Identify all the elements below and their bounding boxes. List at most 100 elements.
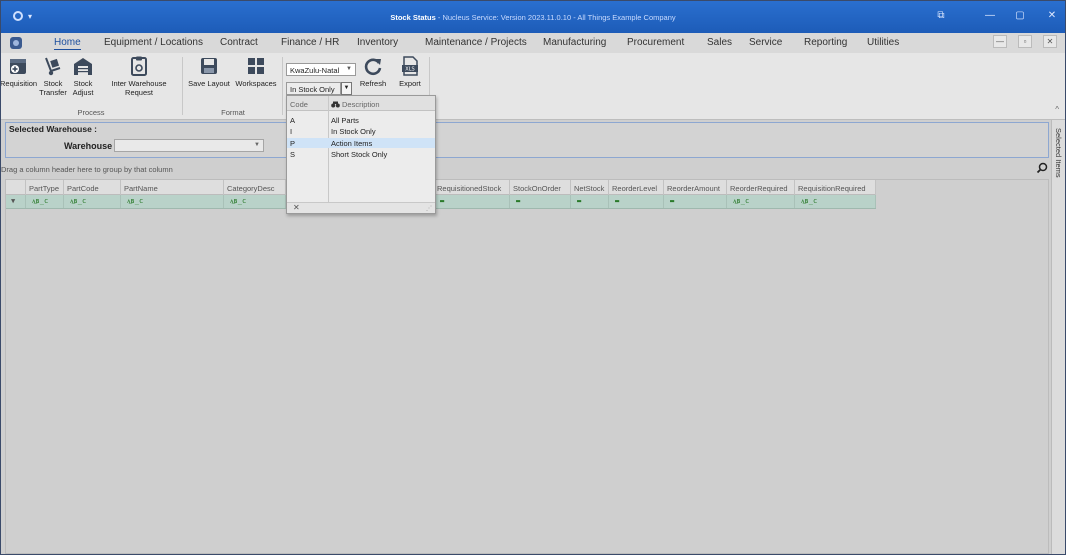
column-header-parttype[interactable]: PartType [26,180,64,195]
filter-cell-stockonorder[interactable]: ▬ [510,195,571,208]
minimize-button[interactable]: — [983,10,997,22]
stock-adjust-label: Stock Adjust [72,79,94,97]
warehouse-icon [74,58,92,75]
column-header-requisitionrequired[interactable]: RequisitionRequired [795,180,876,195]
filter-cell-reorderamount[interactable]: ▬ [664,195,727,208]
window-title-details: - Nucleus Service: Version 2023.11.0.10 … [435,13,676,22]
option-code: S [290,150,296,159]
tab-service[interactable]: Service [749,37,782,48]
chevron-down-icon: ▼ [346,66,352,72]
filter-cell-partname[interactable]: ᴀ̲ʙ̲c [121,195,224,208]
dropdown-option[interactable]: S Short Stock Only [287,149,435,159]
stock-filter-dropdown-button[interactable]: ▼ [341,82,352,95]
clipboard-icon [131,56,147,76]
column-header-netstock[interactable]: NetStock [571,180,609,195]
stock-filter-value: In Stock Only [290,85,335,94]
selected-warehouse-panel: Selected Warehouse : Warehouse ▼ [5,122,1049,158]
save-layout-button[interactable]: Save Layout [186,53,232,89]
column-header-categorydesc[interactable]: CategoryDesc [224,180,286,195]
ribbon-separator [182,57,183,115]
option-code: I [290,127,293,136]
requisition-button[interactable]: Requisition [0,53,38,89]
mdi-restore-button[interactable]: ▫ [1018,35,1032,48]
export-button[interactable]: XLS Export [395,53,425,89]
column-header-reorderlevel[interactable]: ReorderLevel [609,180,664,195]
refresh-icon [364,58,382,76]
warehouse-label: Warehouse [64,141,113,151]
column-header-reorderamount[interactable]: ReorderAmount [664,180,727,195]
app-window: ▾ Stock Status - Nucleus Service: Versio… [0,0,1066,555]
dropdown-footer: ✕ ⋰ [287,202,435,213]
group-panel-hint[interactable]: Drag a column header here to group by th… [1,165,173,174]
tab-procurement[interactable]: Procurement [627,37,684,48]
tab-reporting[interactable]: Reporting [804,37,847,48]
stock-filter-select[interactable]: In Stock Only ▼ [286,82,352,95]
mdi-close-button[interactable]: ✕ [1043,35,1057,48]
export-label: Export [399,79,421,88]
tab-contract[interactable]: Contract [220,37,258,48]
title-bar: ▾ Stock Status - Nucleus Service: Versio… [1,1,1065,33]
workspaces-button[interactable]: Workspaces [232,53,280,89]
tab-finance-hr[interactable]: Finance / HR [281,37,339,48]
filter-cell-requisitionedstock[interactable]: ▬ [434,195,510,208]
refresh-label: Refresh [359,79,387,88]
column-header-partname[interactable]: PartName [121,180,224,195]
tab-manufacturing[interactable]: Manufacturing [543,37,606,48]
restore-layout-icon[interactable]: ⧉ [934,10,948,22]
option-description: All Parts [331,116,359,125]
option-description: Short Stock Only [331,150,388,159]
region-select-value: KwaZulu-Natal [290,66,340,75]
filter-cell-reorderlevel[interactable]: ▬ [609,195,664,208]
svg-text:XLS: XLS [405,67,414,73]
mdi-minimize-button[interactable]: — [993,35,1007,48]
column-header-requisitionedstock[interactable]: RequisitionedStock [434,180,510,195]
filter-cell-netstock[interactable]: ▬ [571,195,609,208]
dropdown-description-header: Description [331,100,380,109]
filter-cell-parttype[interactable]: ᴀ̲ʙ̲c [26,195,64,208]
requisition-label: Requisition [0,79,38,88]
tab-utilities[interactable]: Utilities [867,37,899,48]
ribbon-home: Requisition Stock Transfer Stock Adjust … [1,53,1065,120]
row-indicator-header [6,180,26,195]
ribbon-tabs: Home Equipment / Locations Contract Fina… [1,33,1065,53]
search-icon[interactable] [1036,162,1048,174]
app-menu-logo-icon[interactable] [10,37,22,49]
selected-items-side-panel[interactable]: Selected Items [1051,120,1065,554]
tab-sales[interactable]: Sales [707,37,732,48]
resize-grip-icon[interactable]: ⋰ [426,205,432,212]
tab-home[interactable]: Home [54,37,81,50]
grid-header-row: PartType PartCode PartName CategoryDesc … [6,180,876,195]
dropdown-close-icon[interactable]: ✕ [293,203,300,212]
warehouse-select[interactable]: ▼ [114,139,264,152]
refresh-button[interactable]: Refresh [358,53,388,89]
tab-inventory[interactable]: Inventory [357,37,398,48]
dropdown-option[interactable]: I In Stock Only [287,126,435,136]
filter-cell-categorydesc[interactable]: ᴀ̲ʙ̲c [224,195,286,208]
tab-maintenance-projects[interactable]: Maintenance / Projects [425,37,527,48]
format-group-label: Format [221,108,245,117]
stock-transfer-button[interactable]: Stock Transfer [39,53,67,97]
maximize-button[interactable]: ▢ [1013,10,1027,22]
inter-warehouse-request-button[interactable]: Inter Warehouse Request [99,53,179,97]
filter-cell-partcode[interactable]: ᴀ̲ʙ̲c [64,195,121,208]
stock-adjust-button[interactable]: Stock Adjust [69,53,97,97]
column-header-stockonorder[interactable]: StockOnOrder [510,180,571,195]
filter-cell-reorderrequired[interactable]: ᴀ̲ʙ̲c [727,195,795,208]
hand-truck-icon [45,57,61,76]
region-select[interactable]: KwaZulu-Natal ▼ [286,63,356,76]
filter-funnel-icon[interactable]: ▼ [6,195,26,208]
collapse-ribbon-icon[interactable]: ^ [1055,105,1059,114]
tab-equipment-locations[interactable]: Equipment / Locations [104,37,203,48]
dropdown-description-text: Description [342,100,380,109]
workspaces-grid-icon [248,58,264,74]
dropdown-option-highlighted[interactable]: P Action Items [287,138,435,148]
column-header-reorderrequired[interactable]: ReorderRequired [727,180,795,195]
ribbon-separator [282,57,283,115]
close-button[interactable]: ✕ [1045,10,1059,22]
save-layout-label: Save Layout [188,79,230,88]
stock-filter-dropdown-list: Code Description A All Parts I In Stock … [286,95,436,214]
column-header-partcode[interactable]: PartCode [64,180,121,195]
dropdown-option[interactable]: A All Parts [287,115,435,125]
export-xls-icon: XLS [402,56,418,76]
filter-cell-requisitionrequired[interactable]: ᴀ̲ʙ̲c [795,195,876,208]
